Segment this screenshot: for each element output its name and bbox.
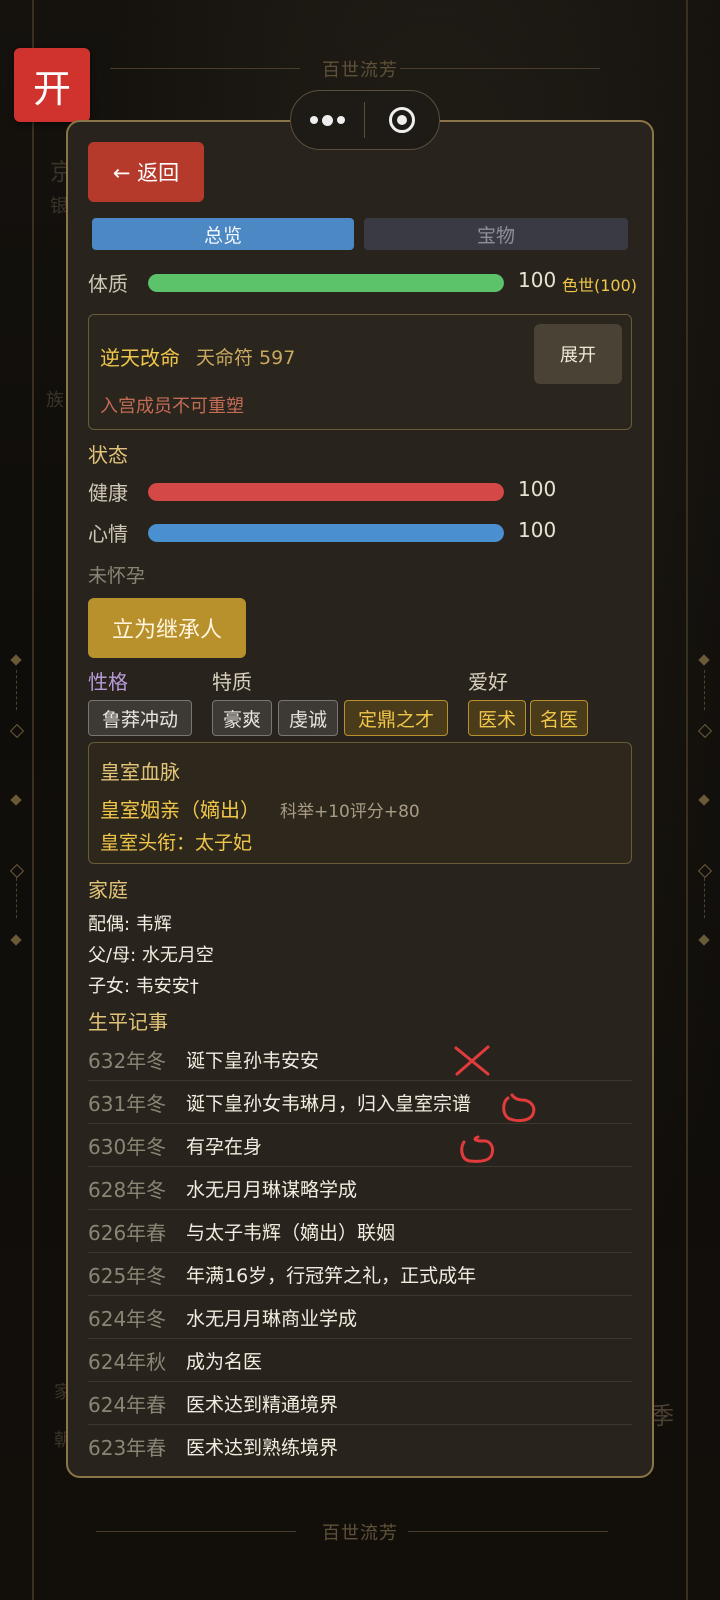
royal-heading: 皇室血脉 (100, 760, 180, 784)
event-row: 623年春 医术达到熟练境界 (88, 1425, 632, 1467)
hobby-tag: 名医 (530, 700, 588, 736)
event-date: 632年冬 (88, 1048, 167, 1073)
open-button[interactable]: 开 (14, 48, 90, 122)
event-date: 624年春 (88, 1392, 167, 1417)
events-heading: 生平记事 (88, 1010, 168, 1034)
event-row: 630年冬 有孕在身 (88, 1124, 632, 1167)
event-desc: 成为名医 (186, 1350, 263, 1373)
personality-label: 性格 (88, 670, 128, 694)
constitution-value: 100 (518, 268, 557, 292)
event-date: 624年秋 (88, 1349, 167, 1374)
family-spouse: 配偶: 韦辉 (88, 914, 172, 935)
miniprogram-capsule (290, 90, 440, 150)
event-desc: 年满16岁，行冠笄之礼，正式成年 (186, 1264, 477, 1287)
top-decor-title: 百世流芳 (322, 60, 398, 81)
fate-note: 入宫成员不可重塑 (100, 396, 244, 417)
event-desc: 医术达到精通境界 (186, 1393, 339, 1416)
event-desc: 医术达到熟练境界 (186, 1436, 339, 1459)
bottom-decor-title: 百世流芳 (322, 1523, 398, 1544)
quality-tag: 定鼎之才 (344, 700, 448, 736)
event-row: 632年冬 诞下皇孙韦安安 (88, 1038, 632, 1081)
royal-title: 皇室头衔：太子妃 (100, 832, 253, 854)
hobbies-label: 爱好 (468, 670, 508, 694)
fate-talisman-count: 天命符 597 (196, 347, 296, 369)
tab-bar: 总览 宝物 (92, 218, 628, 250)
event-row: 624年秋 成为名医 (88, 1339, 632, 1382)
bg-obscured-text: 族 (46, 390, 64, 411)
event-date: 625年冬 (88, 1263, 167, 1288)
set-heir-button[interactable]: 立为继承人 (88, 598, 246, 658)
event-desc: 有孕在身 (186, 1135, 263, 1158)
mood-value: 100 (518, 518, 557, 542)
mood-bar (148, 524, 504, 542)
health-value: 100 (518, 477, 557, 501)
family-children: 子女: 韦安安† (88, 976, 199, 997)
qualities-label: 特质 (212, 670, 252, 694)
constitution-bar (148, 274, 504, 292)
event-date: 623年春 (88, 1435, 167, 1460)
status-heading: 状态 (88, 443, 128, 467)
side-dotted-line (704, 670, 706, 710)
constitution-bar-fill (148, 274, 504, 292)
expand-button[interactable]: 展开 (534, 324, 622, 384)
event-date: 626年春 (88, 1220, 167, 1245)
tab-treasures[interactable]: 宝物 (364, 218, 628, 250)
event-row: 624年冬 水无月月琳商业学成 (88, 1296, 632, 1339)
event-desc: 水无月月琳谋略学成 (186, 1178, 358, 1201)
event-desc: 诞下皇孙韦安安 (186, 1049, 320, 1072)
side-dotted-line (704, 878, 706, 918)
event-row: 628年冬 水无月月琳谋略学成 (88, 1167, 632, 1210)
family-heading: 家庭 (88, 878, 128, 902)
event-row: 626年春 与太子韦辉（嫡出）联姻 (88, 1210, 632, 1253)
event-desc: 诞下皇孙女韦琳月，归入皇室宗谱 (186, 1092, 472, 1115)
event-desc: 水无月月琳商业学成 (186, 1307, 358, 1330)
back-button[interactable]: ← 返回 (88, 142, 204, 202)
event-desc: 与太子韦辉（嫡出）联姻 (186, 1221, 396, 1244)
quality-tag: 豪爽 (212, 700, 272, 736)
event-date: 624年冬 (88, 1306, 167, 1331)
event-row: 624年春 医术达到精通境界 (88, 1382, 632, 1425)
mood-bar-fill (148, 524, 504, 542)
quality-tag: 虔诚 (278, 700, 338, 736)
constitution-label: 体质 (88, 272, 128, 296)
events-list: 632年冬 诞下皇孙韦安安 631年冬 诞下皇孙女韦琳月，归入皇室宗谱 630年冬有… (88, 1038, 632, 1467)
health-bar-fill (148, 483, 504, 501)
constitution-tier: 色世(100) (562, 276, 638, 295)
health-bar (148, 483, 504, 501)
side-dotted-line (16, 670, 18, 710)
frame-right-border (686, 0, 688, 1600)
event-row: 631年冬 诞下皇孙女韦琳月，归入皇室宗谱 (88, 1081, 632, 1124)
side-dotted-line (16, 878, 18, 918)
personality-tag: 鲁莽冲动 (88, 700, 192, 736)
hobby-tag: 医术 (468, 700, 526, 736)
event-date: 628年冬 (88, 1177, 167, 1202)
event-row: 625年冬 年满16岁，行冠笄之礼，正式成年 (88, 1253, 632, 1296)
pregnancy-status: 未怀孕 (88, 565, 146, 587)
event-date: 630年冬 (88, 1134, 167, 1159)
event-date: 631年冬 (88, 1091, 167, 1116)
mood-label: 心情 (88, 522, 128, 546)
more-menu-icon[interactable] (291, 91, 364, 149)
royal-relation: 皇室姻亲（嫡出） (100, 798, 260, 822)
fate-title: 逆天改命 (100, 346, 180, 370)
close-miniprogram-icon[interactable] (365, 91, 438, 149)
health-label: 健康 (88, 481, 128, 505)
frame-left-border (32, 0, 34, 1600)
royal-bonus: 科举+10评分+80 (280, 802, 420, 822)
family-parents: 父/母: 水无月空 (88, 945, 214, 966)
tab-overview[interactable]: 总览 (92, 218, 354, 250)
